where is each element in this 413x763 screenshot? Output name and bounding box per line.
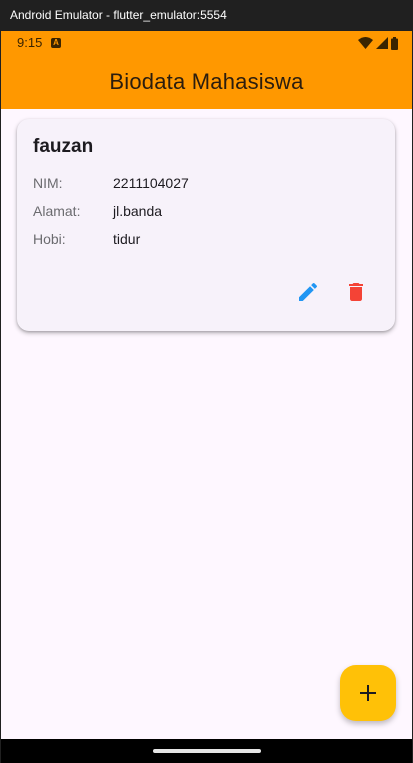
emulator-window: Android Emulator - flutter_emulator:5554… xyxy=(0,0,413,763)
delete-button[interactable] xyxy=(344,280,368,304)
status-icons xyxy=(358,36,398,50)
student-card[interactable]: fauzan NIM: 2211104027 Alamat: jl.banda Ho… xyxy=(17,119,395,331)
field-value: 2211104027 xyxy=(113,175,189,191)
battery-icon xyxy=(391,36,398,50)
home-gesture-handle[interactable] xyxy=(153,749,261,753)
field-label: NIM: xyxy=(33,175,63,191)
field-row-hobi: Hobi: tidur xyxy=(33,231,140,247)
field-row-alamat: Alamat: jl.banda xyxy=(33,203,162,219)
field-row-nim: NIM: 2211104027 xyxy=(33,175,189,191)
device-screen: 9:15 A Biodata Mahasiswa fauzan NIM: 221… xyxy=(1,31,412,763)
status-bar: 9:15 A xyxy=(1,31,412,55)
student-name: fauzan xyxy=(33,136,94,157)
field-label: Hobi: xyxy=(33,231,66,247)
edit-button[interactable] xyxy=(296,280,320,304)
add-student-button[interactable] xyxy=(340,665,396,721)
status-time: 9:15 xyxy=(17,35,43,50)
pencil-icon xyxy=(299,282,318,301)
page-title: Biodata Mahasiswa xyxy=(109,69,304,94)
navigation-bar xyxy=(1,739,412,763)
window-title: Android Emulator - flutter_emulator:5554 xyxy=(10,8,227,22)
signal-icon xyxy=(376,37,388,49)
field-value: jl.banda xyxy=(113,203,163,219)
a-badge-icon: A xyxy=(51,38,61,48)
trash-icon xyxy=(349,283,363,301)
window-titlebar: Android Emulator - flutter_emulator:5554 xyxy=(0,0,413,31)
field-label: Alamat: xyxy=(33,203,81,219)
plus-icon xyxy=(360,685,376,701)
field-value: tidur xyxy=(113,231,141,247)
app-bar: Biodata Mahasiswa xyxy=(1,55,412,109)
wifi-icon xyxy=(358,37,373,49)
